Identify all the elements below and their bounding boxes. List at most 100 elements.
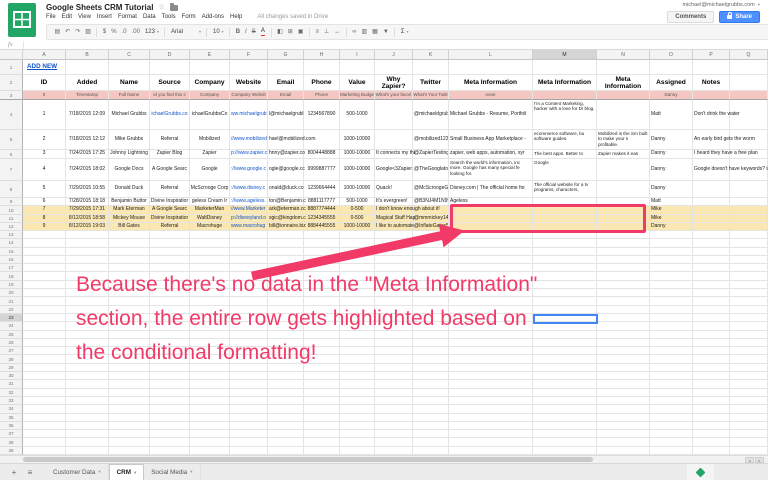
cell[interactable] <box>730 215 768 223</box>
cell[interactable]: 500-1000 <box>340 198 375 206</box>
cell[interactable] <box>533 414 597 422</box>
cell[interactable] <box>268 248 304 256</box>
cell[interactable]: 1239664444 <box>304 181 340 198</box>
menu-help[interactable]: Help <box>230 14 242 20</box>
cell[interactable] <box>693 355 730 363</box>
cell[interactable]: Johnny Lightning <box>109 150 150 159</box>
column-header[interactable]: K <box>413 50 449 60</box>
row-number[interactable]: 17 <box>0 264 23 272</box>
cell[interactable] <box>597 248 650 256</box>
cell[interactable] <box>449 447 533 455</box>
spreadsheet-grid[interactable]: ABCDEFGHIJKLMNOPQ1ADD NEW2IDAddedNameSou… <box>0 50 768 455</box>
cell[interactable]: Small Business App Marketplace - <box>449 130 533 150</box>
column-header[interactable]: P <box>693 50 730 60</box>
cell[interactable] <box>730 231 768 239</box>
column-header[interactable]: N <box>597 50 650 60</box>
cell[interactable]: Value <box>340 75 375 91</box>
cell[interactable] <box>650 438 693 446</box>
cell[interactable]: The official website for a tv programs, … <box>533 181 597 198</box>
cell[interactable] <box>597 380 650 388</box>
cell[interactable] <box>230 430 268 438</box>
cell[interactable] <box>150 248 190 256</box>
cell[interactable] <box>23 239 66 247</box>
cell[interactable] <box>340 389 375 397</box>
cell[interactable] <box>190 430 230 438</box>
cell[interactable]: 7/28/2015 18:18 <box>66 198 109 206</box>
cell[interactable] <box>150 438 190 446</box>
sheets-logo-icon[interactable] <box>8 3 36 37</box>
cell[interactable] <box>23 355 66 363</box>
row-number[interactable]: 13 <box>0 231 23 239</box>
cell[interactable] <box>650 256 693 264</box>
cell[interactable] <box>375 414 413 422</box>
cell[interactable]: id you find this s <box>150 91 190 100</box>
cell[interactable] <box>730 347 768 355</box>
cell[interactable] <box>109 256 150 264</box>
horizontal-scrollbar[interactable]: ◂ ▸ <box>0 455 768 463</box>
cell[interactable] <box>230 389 268 397</box>
cell[interactable] <box>730 447 768 455</box>
cell[interactable]: What's Your Twitt <box>413 91 449 100</box>
cell[interactable]: @michaeldgrubbz <box>413 100 449 130</box>
cell[interactable] <box>304 60 340 75</box>
cell[interactable]: Bill Gates <box>109 223 150 231</box>
cell[interactable]: ID <box>23 75 66 91</box>
cell[interactable]: A Google Searc <box>150 159 190 181</box>
cell[interactable]: 8887774444 <box>304 206 340 215</box>
cell[interactable] <box>230 414 268 422</box>
cell[interactable] <box>533 422 597 430</box>
cell[interactable] <box>693 447 730 455</box>
cell[interactable]: 1000-10000 <box>340 159 375 181</box>
cell[interactable] <box>597 405 650 413</box>
row-number[interactable]: 36 <box>0 422 23 430</box>
cell[interactable] <box>268 256 304 264</box>
cell[interactable]: www.macrohug <box>230 223 268 231</box>
cell[interactable] <box>597 256 650 264</box>
cell[interactable] <box>533 239 597 247</box>
cell[interactable] <box>109 239 150 247</box>
cell[interactable]: 1000-10000 <box>340 150 375 159</box>
vertical-align-icon[interactable]: ⊥ <box>324 29 329 35</box>
cell[interactable] <box>190 438 230 446</box>
cell[interactable] <box>597 447 650 455</box>
insert-link-icon[interactable]: ∞ <box>352 29 356 35</box>
currency-format-icon[interactable]: $ <box>103 29 106 35</box>
cell[interactable]: Zapier <box>190 150 230 159</box>
cell[interactable]: 0-500 <box>340 206 375 215</box>
cell[interactable] <box>693 256 730 264</box>
cell[interactable]: ww.michaelgrub <box>230 100 268 130</box>
cell[interactable] <box>23 380 66 388</box>
cell[interactable] <box>66 397 109 405</box>
cell[interactable]: Meta Information <box>533 75 597 91</box>
cell[interactable] <box>449 380 533 388</box>
row-number[interactable]: 29 <box>0 364 23 372</box>
cell[interactable] <box>730 422 768 430</box>
cell[interactable] <box>449 405 533 413</box>
cell[interactable] <box>23 447 66 455</box>
cell[interactable] <box>375 372 413 380</box>
cell[interactable] <box>66 422 109 430</box>
cell[interactable]: 7/29/2015 10:55 <box>66 181 109 198</box>
cell[interactable] <box>230 60 268 75</box>
cell[interactable] <box>597 289 650 297</box>
cell[interactable] <box>375 231 413 239</box>
cell[interactable] <box>190 231 230 239</box>
cell[interactable]: Email <box>268 91 304 100</box>
cell[interactable] <box>375 447 413 455</box>
cell[interactable] <box>375 438 413 446</box>
cell[interactable] <box>230 405 268 413</box>
cell[interactable] <box>268 447 304 455</box>
cell[interactable] <box>304 231 340 239</box>
cell[interactable] <box>650 331 693 339</box>
cell[interactable] <box>190 380 230 388</box>
cell[interactable]: ogle@google.cc <box>268 159 304 181</box>
bold-icon[interactable]: B <box>236 29 240 35</box>
cell[interactable] <box>109 430 150 438</box>
cell[interactable]: Mickey Mouse <box>109 215 150 223</box>
cell[interactable]: 7 <box>23 206 66 215</box>
cell[interactable]: Phone <box>304 91 340 100</box>
cell[interactable] <box>304 248 340 256</box>
cell[interactable] <box>693 372 730 380</box>
cell[interactable] <box>23 322 66 330</box>
row-number[interactable]: 9 <box>0 198 23 206</box>
